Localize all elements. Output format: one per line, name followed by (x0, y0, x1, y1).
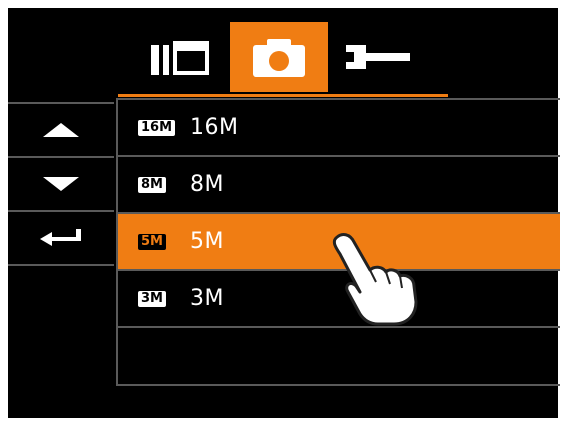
back-button[interactable] (8, 210, 114, 266)
resolution-8m-icon: 8M (138, 174, 182, 196)
resolution-label: 3M (190, 286, 224, 311)
resolution-option-8m[interactable]: 8M 8M (118, 155, 560, 212)
menu-tab-bar (134, 22, 454, 92)
tab-camera[interactable] (230, 22, 328, 92)
camera-menu-screen: 16M 16M 8M 8M 5M 5M 3M 3M (8, 8, 560, 418)
resolution-5m-icon: 5M (138, 231, 182, 253)
resolution-option-16m[interactable]: 16M 16M (118, 98, 560, 155)
tab-playback[interactable] (134, 22, 230, 92)
resolution-label: 5M (190, 229, 224, 254)
arrow-down-icon (43, 177, 79, 191)
empty-list-row (118, 326, 560, 384)
resolution-3m-icon: 3M (138, 288, 182, 310)
resolution-label: 16M (190, 115, 239, 140)
playback-icon (151, 41, 209, 75)
return-icon (40, 229, 81, 246)
tab-setup[interactable] (328, 22, 428, 92)
wrench-icon (340, 45, 410, 69)
scroll-down-button[interactable] (8, 156, 114, 210)
resolution-label: 8M (190, 172, 224, 197)
camera-icon (253, 39, 305, 77)
hand-pointer-icon (332, 233, 418, 326)
scroll-up-button[interactable] (8, 102, 114, 156)
tab-underline (118, 94, 448, 97)
arrow-up-icon (43, 123, 79, 137)
resolution-16m-icon: 16M (138, 117, 182, 139)
